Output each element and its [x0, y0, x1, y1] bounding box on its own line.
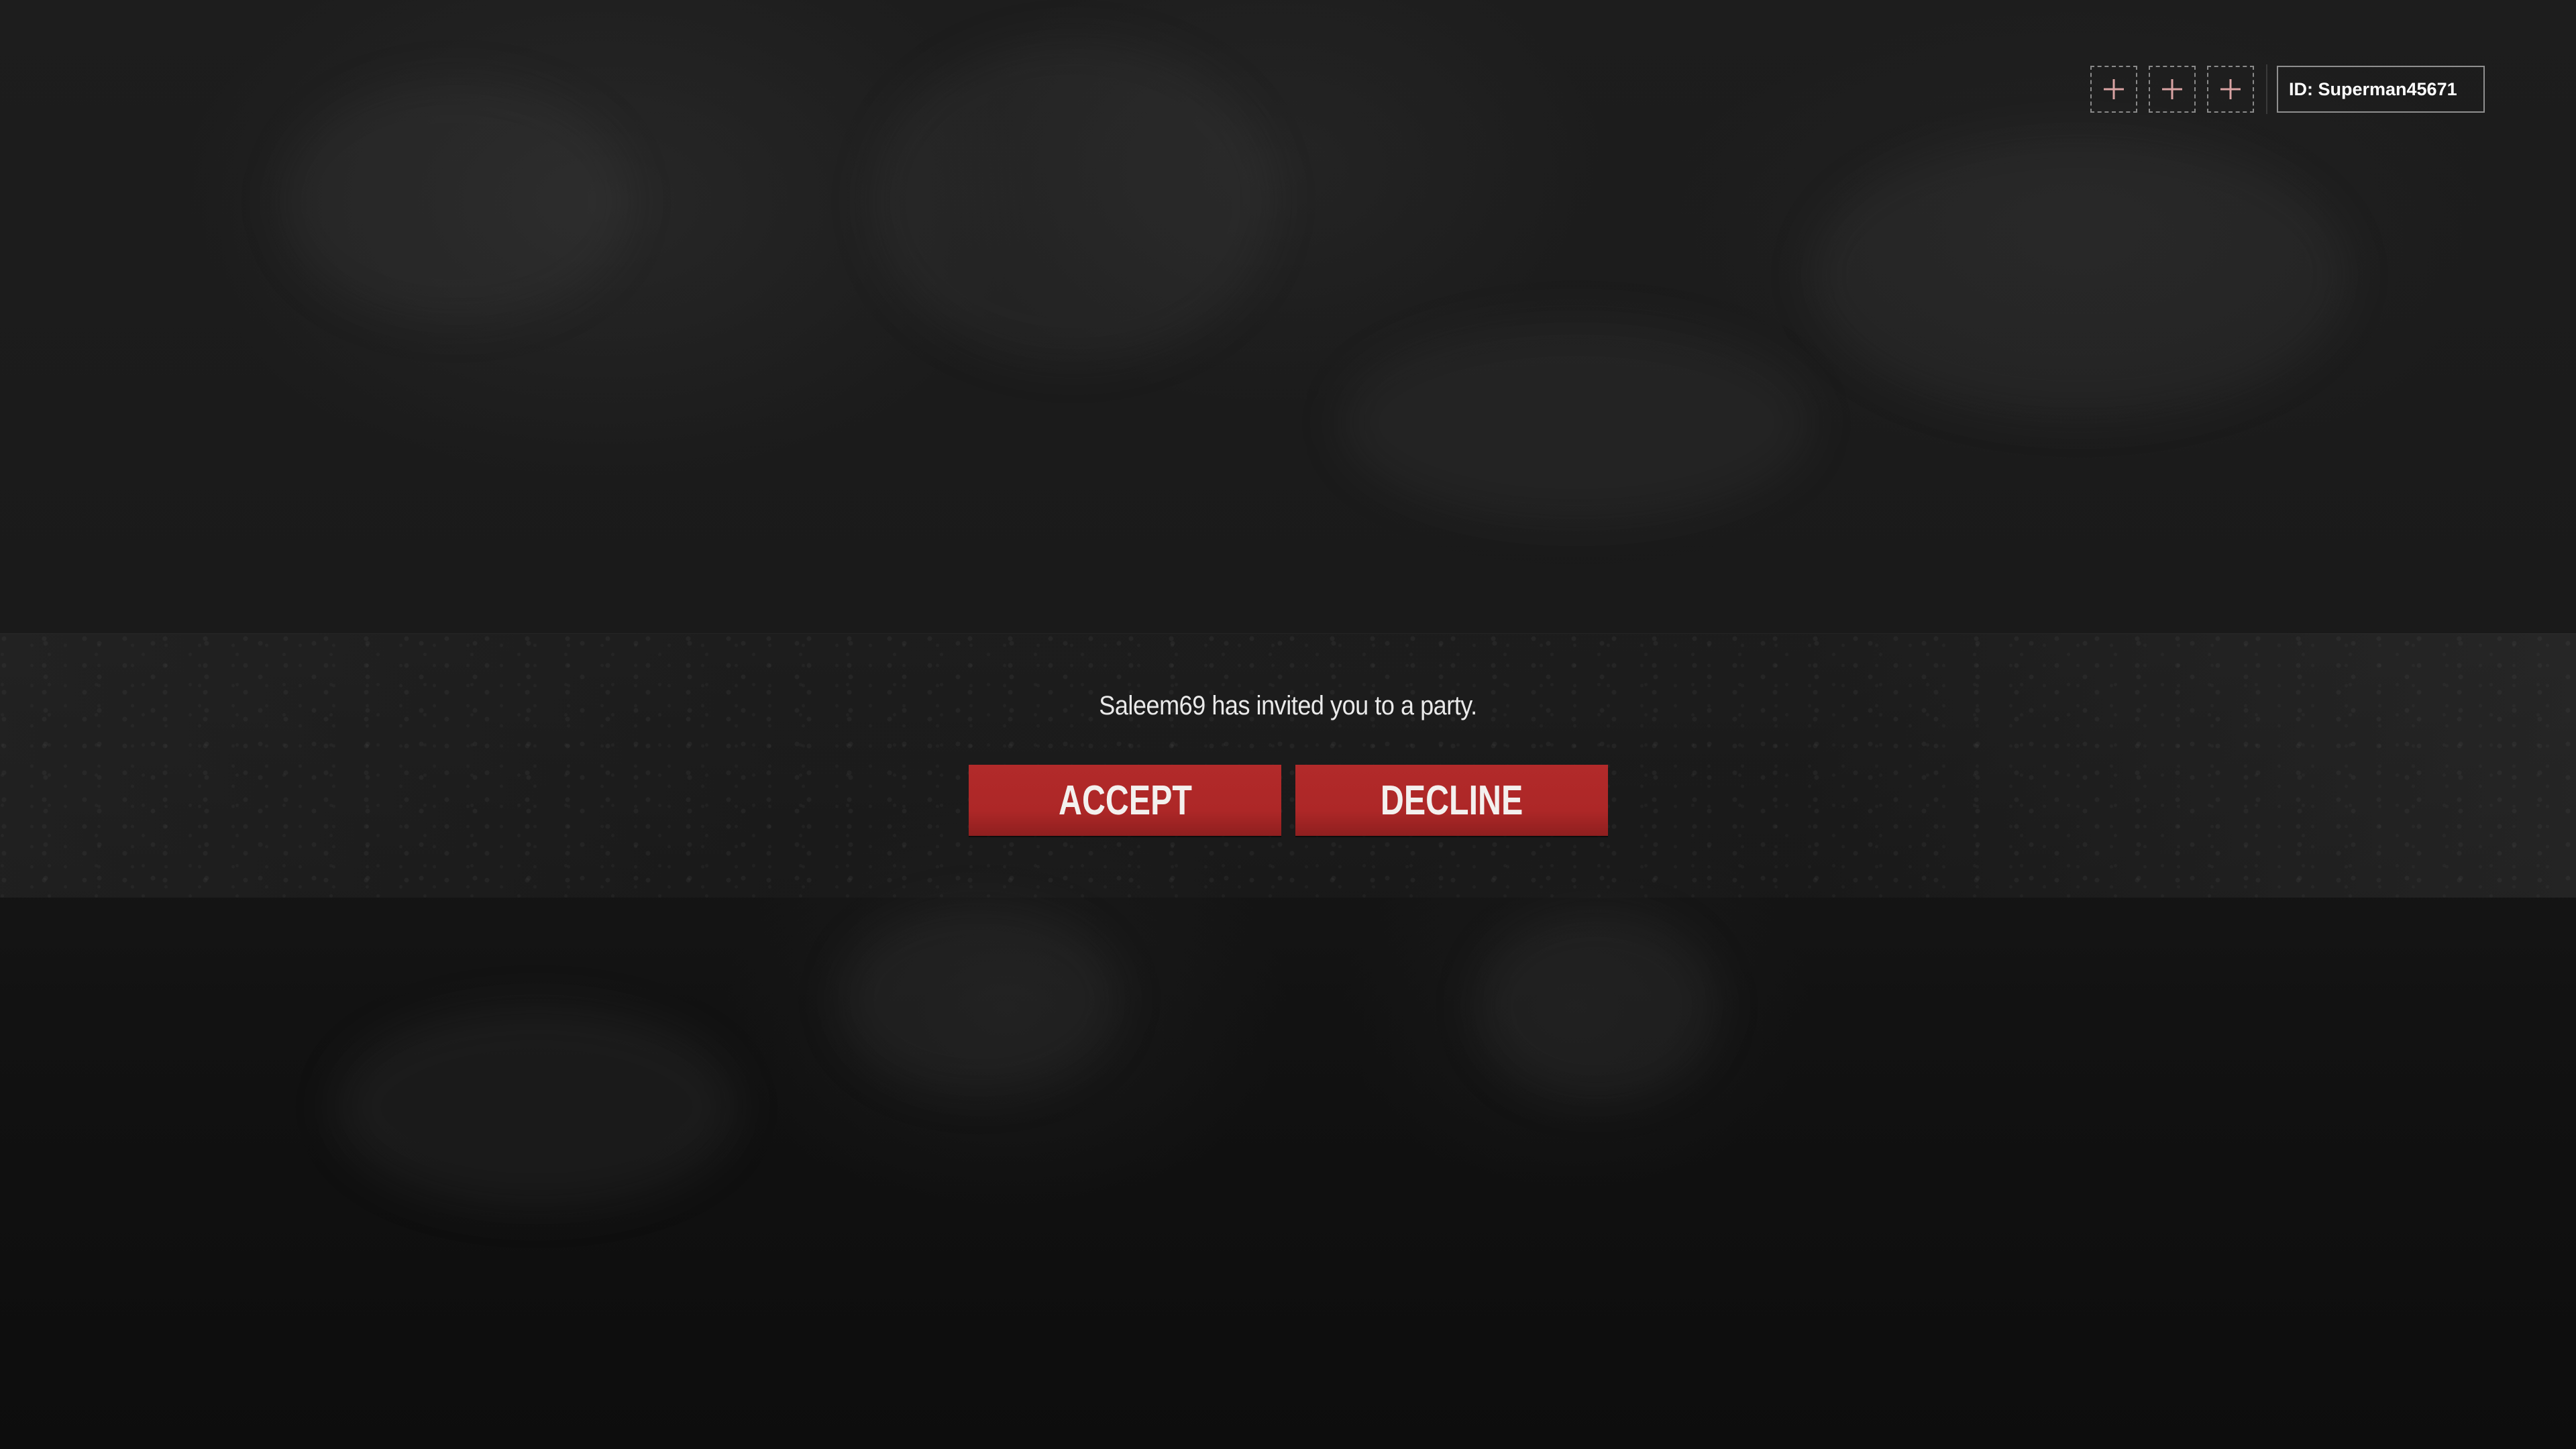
invite-message: Saleem69 has invited you to a party. [1099, 691, 1477, 720]
party-slot-add-button[interactable] [2090, 66, 2137, 113]
game-screen: ID: Superman45671 Saleem69 has invited y… [0, 0, 2576, 1449]
party-slot-add-button[interactable] [2207, 66, 2254, 113]
background-art [335, 1006, 738, 1208]
party-invite-banner [0, 633, 2576, 898]
player-id-label: ID: Superman45671 [2289, 78, 2457, 99]
decline-button-label: DECLINE [1380, 777, 1523, 824]
background-art [282, 80, 631, 322]
background-art [1342, 322, 1811, 523]
divider [2266, 64, 2267, 114]
plus-icon [2162, 79, 2182, 99]
background-art [1476, 912, 1717, 1100]
player-id-badge: ID: Superman45671 [2277, 66, 2485, 113]
party-slot-add-button[interactable] [2149, 66, 2196, 113]
decline-button[interactable]: DECLINE [1295, 765, 1608, 836]
background-art [839, 906, 1120, 1093]
accept-button-label: ACCEPT [1058, 777, 1192, 824]
plus-icon [2104, 79, 2124, 99]
plus-icon [2220, 79, 2241, 99]
background-art [872, 40, 1275, 362]
accept-button[interactable]: ACCEPT [969, 765, 1281, 836]
background-art [1811, 134, 2348, 416]
